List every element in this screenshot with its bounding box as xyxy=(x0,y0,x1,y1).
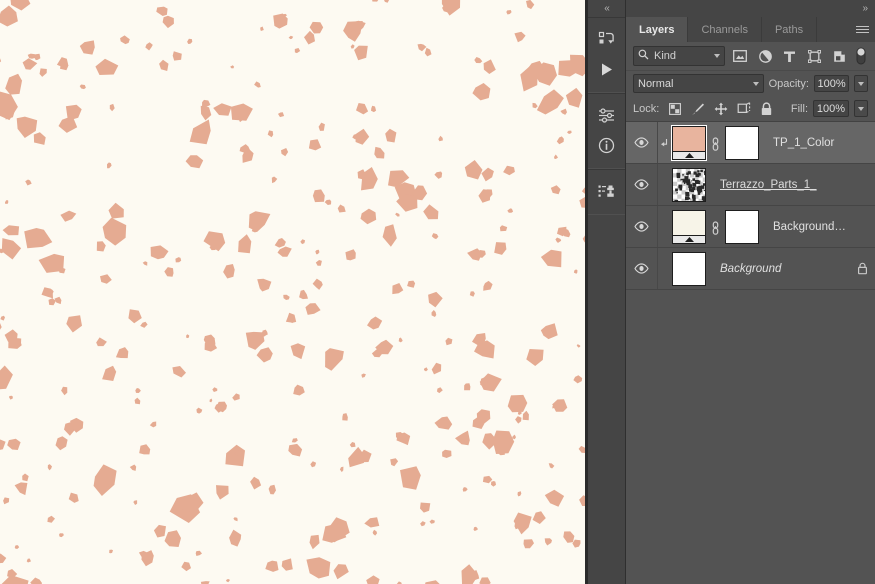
smart-object-filter-icon[interactable] xyxy=(830,46,849,66)
adjustments-sliders-icon[interactable] xyxy=(588,100,625,130)
fill-input[interactable]: 100% xyxy=(813,100,849,117)
fill-group: Fill: 100% xyxy=(791,100,868,117)
dock-group-clone xyxy=(588,169,625,215)
actions-panel-icon[interactable] xyxy=(588,24,625,54)
layer-thumbnails xyxy=(670,124,759,161)
layer-thumbnail[interactable] xyxy=(672,209,706,244)
panel-top-bar: » xyxy=(626,0,875,17)
opacity-input[interactable]: 100% xyxy=(813,75,850,92)
eye-visibility-icon[interactable] xyxy=(626,122,658,163)
document-canvas[interactable] xyxy=(0,0,585,584)
layer-name[interactable]: TP_1_Color xyxy=(759,137,849,149)
fill-stepper-button[interactable] xyxy=(854,100,868,117)
tab-channels[interactable]: Channels xyxy=(688,17,762,42)
layer-thumbnail[interactable] xyxy=(671,124,707,161)
tab-strip-filler xyxy=(817,17,849,42)
dock-collapse-button[interactable]: « xyxy=(588,0,625,17)
layer-thumbnail[interactable] xyxy=(672,251,706,286)
tab-paths[interactable]: Paths xyxy=(761,17,818,42)
link-chain-icon[interactable] xyxy=(710,219,721,235)
clipping-mask-arrow-icon xyxy=(658,137,670,149)
eye-visibility-icon[interactable] xyxy=(626,248,658,289)
layer-filter-row: Kind xyxy=(626,42,875,70)
filter-toggle-switch-icon[interactable] xyxy=(855,46,868,66)
type-layer-filter-icon[interactable] xyxy=(780,46,799,66)
layer-thumbnail[interactable] xyxy=(672,167,706,202)
layer-row[interactable]: Background Color xyxy=(626,206,875,248)
collapsed-panel-dock: « xyxy=(588,0,626,584)
layer-kind-filter-value: Kind xyxy=(654,50,677,62)
layer-mask-thumbnail[interactable] xyxy=(725,209,759,244)
lock-image-brush-icon[interactable] xyxy=(688,99,707,118)
dock-group-adjustments xyxy=(588,93,625,169)
panel-expand-button[interactable]: » xyxy=(862,3,867,14)
canvas-background xyxy=(0,0,585,584)
layer-thumbnails xyxy=(670,209,759,244)
layer-row[interactable]: Terrazzo_Parts_1_ xyxy=(626,164,875,206)
blend-mode-value: Normal xyxy=(638,77,674,90)
terrazzo-artwork xyxy=(0,0,585,584)
hamburger-menu-icon[interactable] xyxy=(849,17,875,42)
chevron-down-icon xyxy=(752,81,759,86)
search-icon xyxy=(638,49,649,63)
fill-label: Fill: xyxy=(790,102,808,115)
opacity-label: Opacity: xyxy=(768,77,809,90)
lock-artboard-nesting-icon[interactable] xyxy=(734,99,753,118)
layer-thumbnails xyxy=(670,167,706,202)
dock-group-actions xyxy=(588,17,625,93)
clone-source-stamp-icon[interactable] xyxy=(588,176,625,206)
eye-visibility-icon[interactable] xyxy=(626,206,658,247)
chevron-down-icon xyxy=(713,54,720,58)
blend-mode-select[interactable]: Normal xyxy=(633,74,764,93)
layer-thumbnails xyxy=(670,251,706,286)
info-circle-icon[interactable] xyxy=(588,130,625,160)
lock-transparency-icon[interactable] xyxy=(665,99,684,118)
padlock-icon[interactable] xyxy=(849,262,875,275)
layer-row[interactable]: Background xyxy=(626,248,875,290)
link-chain-icon[interactable] xyxy=(710,135,721,151)
layer-row[interactable]: TP_1_Color xyxy=(626,122,875,164)
tab-layers[interactable]: Layers xyxy=(626,17,689,42)
adjustment-layer-filter-icon[interactable] xyxy=(756,46,775,66)
lock-options-row: Lock: Fill: 100% xyxy=(626,96,875,122)
layer-mask-thumbnail[interactable] xyxy=(725,125,759,160)
layer-list-empty-area[interactable] xyxy=(626,290,875,570)
lock-position-move-icon[interactable] xyxy=(711,99,730,118)
blend-mode-row: Normal Opacity: 100% xyxy=(626,70,875,96)
eye-visibility-icon[interactable] xyxy=(626,164,658,205)
play-button-icon[interactable] xyxy=(588,54,625,84)
panel-tab-strip: Layers Channels Paths xyxy=(626,17,875,42)
pixel-layer-filter-icon[interactable] xyxy=(731,46,750,66)
lock-all-padlock-icon[interactable] xyxy=(757,99,776,118)
layer-list: TP_1_Color Terrazzo_Parts_1_ Background Co… xyxy=(626,122,875,290)
shape-layer-filter-icon[interactable] xyxy=(805,46,824,66)
lock-label: Lock: xyxy=(633,102,660,115)
opacity-stepper-button[interactable] xyxy=(854,75,869,92)
layer-name[interactable]: Background Color xyxy=(759,221,849,233)
layer-name[interactable]: Background xyxy=(706,263,849,275)
layer-name-input[interactable]: Terrazzo_Parts_1_ xyxy=(706,179,849,191)
layers-panel: » Layers Channels Paths Kind Normal Opac… xyxy=(626,0,875,584)
layer-kind-filter-select[interactable]: Kind xyxy=(633,46,725,66)
photoshop-window: « » Layers Channels Paths Kind Normal Op… xyxy=(0,0,875,584)
